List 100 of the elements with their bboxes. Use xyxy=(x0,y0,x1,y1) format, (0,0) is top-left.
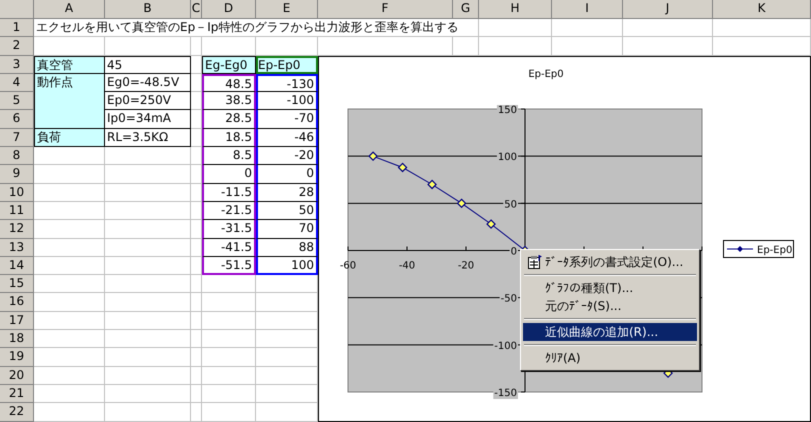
grid-cell[interactable] xyxy=(191,202,202,220)
grid-cell[interactable] xyxy=(105,256,191,276)
row-header[interactable]: 14 xyxy=(0,256,34,276)
grid-cell[interactable] xyxy=(191,330,202,348)
grid-cell[interactable] xyxy=(202,330,256,348)
grid-cell[interactable] xyxy=(202,384,256,404)
column-header[interactable]: J xyxy=(623,0,713,19)
row-header[interactable]: 17 xyxy=(0,312,34,330)
select-all-button[interactable] xyxy=(0,0,34,19)
grid-cell[interactable] xyxy=(191,165,202,184)
menu-item[interactable]: 元のﾃﾞｰﾀ(S)... xyxy=(523,297,697,315)
column-header[interactable]: E xyxy=(256,0,318,19)
grid-cell[interactable] xyxy=(191,184,202,202)
grid-cell[interactable] xyxy=(34,256,105,276)
grid-cell[interactable] xyxy=(191,56,202,74)
grid-cell[interactable] xyxy=(191,92,202,110)
grid-cell[interactable] xyxy=(34,238,105,257)
grid-cell[interactable] xyxy=(105,165,191,184)
grid-cell[interactable] xyxy=(105,147,191,166)
grid-cell[interactable] xyxy=(202,312,256,330)
grid-cell[interactable] xyxy=(191,238,202,257)
table-cell[interactable]: 38.5 xyxy=(202,92,256,110)
row-header[interactable]: 5 xyxy=(0,92,34,110)
menu-item[interactable]: ｸﾘｱ(A) xyxy=(523,349,697,367)
grid-cell[interactable] xyxy=(105,238,191,257)
grid-cell[interactable] xyxy=(105,184,191,202)
table-cell[interactable]: -51.5 xyxy=(202,256,256,276)
row-header[interactable]: 2 xyxy=(0,37,34,56)
grid-cell[interactable] xyxy=(191,312,202,330)
grid-cell[interactable] xyxy=(202,293,256,312)
grid-cell[interactable] xyxy=(105,293,191,312)
grid-cell[interactable] xyxy=(191,293,202,312)
row-header[interactable]: 18 xyxy=(0,330,34,348)
column-header[interactable]: D xyxy=(202,0,256,19)
grid-cell[interactable] xyxy=(256,37,318,56)
header-cell[interactable]: Ep-Ep0 xyxy=(256,56,318,74)
column-header[interactable]: C xyxy=(191,0,202,19)
grid-cell[interactable] xyxy=(34,384,105,404)
row-header[interactable]: 20 xyxy=(0,366,34,385)
grid-cell[interactable] xyxy=(34,293,105,312)
column-header[interactable]: G xyxy=(453,0,479,19)
table-cell[interactable]: -21.5 xyxy=(202,202,256,220)
menu-item[interactable]: ﾃﾞｰﾀ系列の書式設定(O)... xyxy=(523,253,697,271)
grid-cell[interactable] xyxy=(105,384,191,404)
grid-cell[interactable] xyxy=(191,37,202,56)
table-cell[interactable]: 0 xyxy=(202,165,256,184)
grid-cell[interactable] xyxy=(552,19,623,38)
title-text[interactable]: エクセルを用いて真空管のEp－Ip特性のグラフから出力波形と歪率を算出する xyxy=(34,19,479,38)
row-header[interactable]: 8 xyxy=(0,147,34,166)
grid-cell[interactable] xyxy=(34,312,105,330)
grid-cell[interactable] xyxy=(202,403,256,422)
grid-cell[interactable] xyxy=(191,348,202,367)
table-cell[interactable]: Eg0=-48.5V xyxy=(105,74,191,92)
row-header[interactable]: 10 xyxy=(0,184,34,202)
column-header[interactable]: I xyxy=(552,0,623,19)
table-cell[interactable]: -31.5 xyxy=(202,220,256,239)
grid-cell[interactable] xyxy=(34,165,105,184)
table-cell[interactable]: -41.5 xyxy=(202,238,256,257)
row-header[interactable]: 19 xyxy=(0,348,34,367)
column-header[interactable]: A xyxy=(34,0,105,19)
grid-cell[interactable] xyxy=(191,384,202,404)
grid-cell[interactable] xyxy=(34,37,105,56)
row-header[interactable]: 12 xyxy=(0,220,34,239)
grid-cell[interactable] xyxy=(34,348,105,367)
grid-cell[interactable] xyxy=(202,366,256,385)
column-header[interactable]: F xyxy=(318,0,453,19)
row-header[interactable]: 13 xyxy=(0,238,34,257)
grid-cell[interactable] xyxy=(105,275,191,294)
row-header[interactable]: 4 xyxy=(0,74,34,92)
row-header[interactable]: 1 xyxy=(0,19,34,38)
grid-cell[interactable] xyxy=(623,19,713,38)
label-cell[interactable]: 動作点 xyxy=(34,74,105,129)
grid-cell[interactable] xyxy=(191,147,202,166)
grid-cell[interactable] xyxy=(34,202,105,220)
grid-cell[interactable] xyxy=(105,366,191,385)
grid-cell[interactable] xyxy=(191,256,202,276)
table-cell[interactable]: RL=3.5KΩ xyxy=(105,128,191,148)
row-header[interactable]: 7 xyxy=(0,128,34,148)
row-header[interactable]: 15 xyxy=(0,275,34,294)
grid-cell[interactable] xyxy=(105,37,191,56)
grid-cell[interactable] xyxy=(191,74,202,92)
grid-cell[interactable] xyxy=(34,275,105,294)
table-cell[interactable]: 48.5 xyxy=(202,74,256,92)
grid-cell[interactable] xyxy=(191,275,202,294)
grid-cell[interactable] xyxy=(191,220,202,239)
grid-cell[interactable] xyxy=(202,348,256,367)
label-cell[interactable]: 負荷 xyxy=(34,128,105,148)
grid-cell[interactable] xyxy=(34,403,105,422)
column-header[interactable]: B xyxy=(105,0,191,19)
row-header[interactable]: 11 xyxy=(0,202,34,220)
grid-cell[interactable] xyxy=(34,147,105,166)
grid-cell[interactable] xyxy=(105,330,191,348)
grid-cell[interactable] xyxy=(105,348,191,367)
grid-cell[interactable] xyxy=(202,275,256,294)
table-cell[interactable]: Ep0=250V xyxy=(105,92,191,110)
table-cell[interactable]: 28.5 xyxy=(202,110,256,129)
table-cell[interactable]: Ip0=34mA xyxy=(105,110,191,129)
grid-cell[interactable] xyxy=(105,403,191,422)
column-header[interactable]: K xyxy=(713,0,811,19)
grid-cell[interactable] xyxy=(34,330,105,348)
